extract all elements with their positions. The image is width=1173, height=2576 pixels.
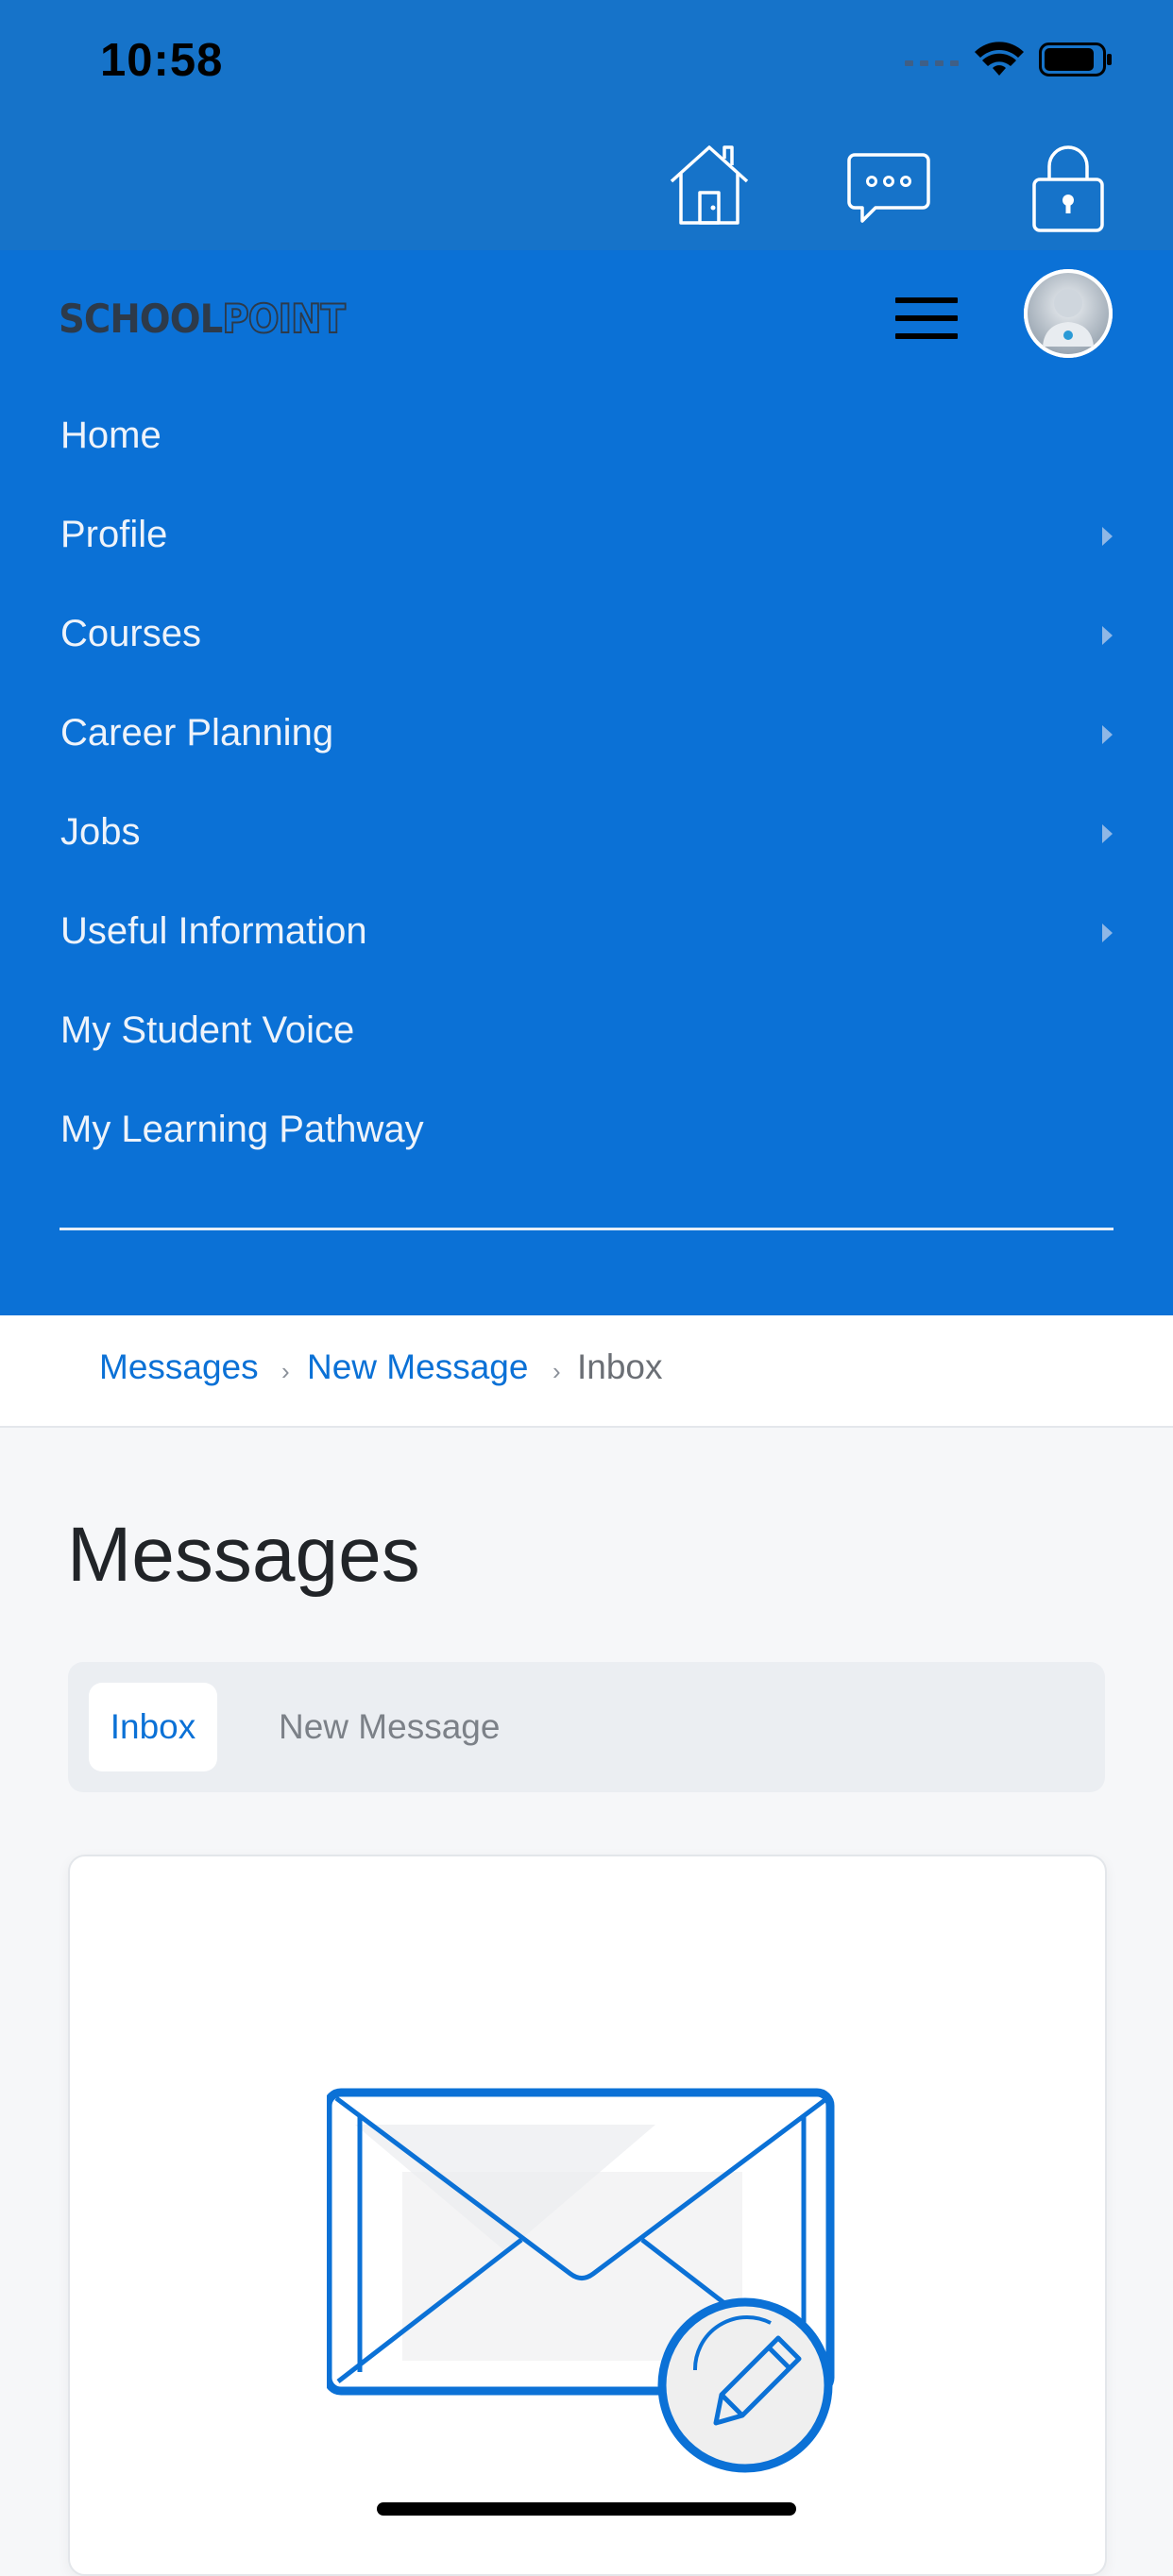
menu-item-label: Courses [60,613,201,654]
chevron-right-icon [1102,725,1113,744]
breadcrumb-separator: › [281,1357,290,1385]
menu-item-courses[interactable]: Courses [0,590,1173,689]
signal-icon [905,53,960,71]
menu-item-my-learning-pathway[interactable]: My Learning Pathway [0,1086,1173,1185]
status-time: 10:58 [100,35,224,86]
menu-item-jobs[interactable]: Jobs [0,788,1173,888]
chat-icon[interactable] [843,140,934,235]
menu-item-label: Home [60,415,162,456]
menu-item-career-planning[interactable]: Career Planning [0,689,1173,788]
page-title: Messages [67,1512,420,1598]
menu-item-label: My Learning Pathway [60,1109,424,1150]
main-menu: Home Profile Courses Career Planning Job… [0,392,1173,1185]
hamburger-menu-icon[interactable] [895,297,958,339]
message-tabs: Inbox New Message [68,1662,1105,1792]
wifi-icon [975,42,1024,82]
chevron-right-icon [1102,924,1113,942]
menu-item-label: Useful Information [60,910,367,952]
breadcrumb-separator: › [552,1357,561,1385]
status-icons [905,42,1113,82]
lock-icon[interactable] [1023,140,1114,239]
chevron-right-icon [1102,626,1113,645]
inbox-card [68,1855,1107,2576]
tab-new-message[interactable]: New Message [279,1683,500,1771]
menu-divider [60,1228,1114,1230]
menu-item-label: Jobs [60,811,141,853]
tab-inbox[interactable]: Inbox [89,1683,217,1771]
chevron-right-icon [1102,527,1113,546]
home-icon[interactable] [664,140,755,235]
menu-item-label: Profile [60,514,168,555]
user-avatar[interactable] [1024,269,1113,358]
logo-text-point: POINT [221,295,346,343]
logo-text-school: SCHOOL [59,296,223,342]
menu-item-label: Career Planning [60,712,334,754]
menu-item-label: My Student Voice [60,1009,355,1051]
menu-item-my-student-voice[interactable]: My Student Voice [0,987,1173,1086]
schoolpoint-logo[interactable]: SCHOOLPOINT [59,295,347,343]
menu-item-home[interactable]: Home [0,392,1173,491]
breadcrumb-new-message[interactable]: New Message [307,1347,528,1387]
navigation-panel: SCHOOLPOINT Home Profile Courses Career … [0,250,1173,1315]
status-bar: 10:58 [0,0,1173,123]
menu-item-profile[interactable]: Profile [0,491,1173,590]
top-toolbar [0,123,1173,252]
breadcrumb: Messages › New Message › Inbox [0,1315,1173,1428]
breadcrumb-inbox: Inbox [577,1347,663,1386]
breadcrumb-messages[interactable]: Messages [99,1347,259,1387]
battery-icon [1039,42,1113,81]
home-indicator[interactable] [377,2502,796,2516]
chevron-right-icon [1102,824,1113,843]
menu-item-useful-information[interactable]: Useful Information [0,888,1173,987]
envelope-illustration [323,2087,856,2507]
